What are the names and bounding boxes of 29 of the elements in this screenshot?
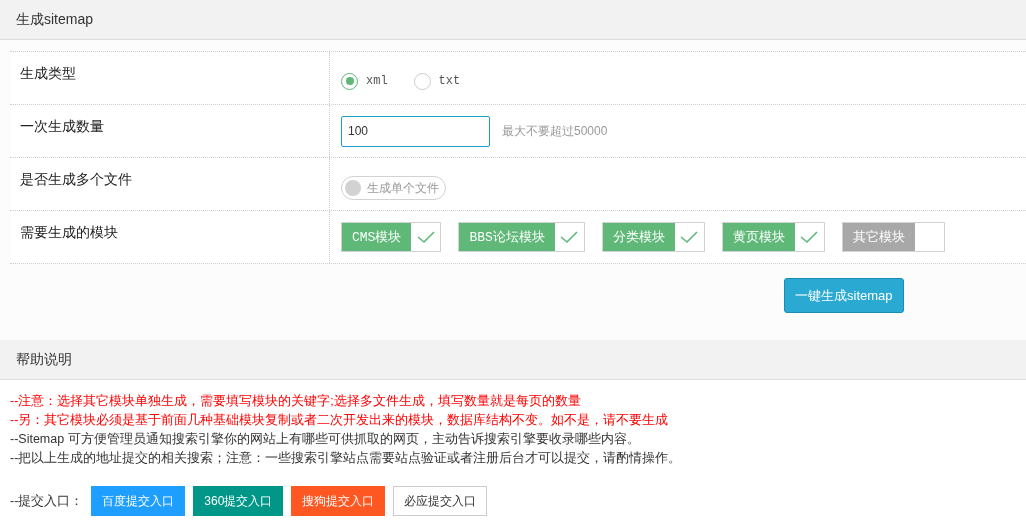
module-checkbox[interactable]: 其它模块	[841, 222, 945, 252]
field-label: 是否生成多个文件	[20, 171, 132, 187]
check-icon	[559, 230, 580, 244]
panel-title: 生成sitemap	[16, 10, 94, 29]
help-text: --Sitemap 可方便管理员通知搜索引擎你的网站上有哪些可供抓取的网页，主动告诉搜索引擎要收录哪些内容。	[10, 431, 641, 448]
help-text: --注意：选择其它模块单独生成，需要填写模块的关键字;选择多文件生成，填写数量就是每页的数量	[10, 393, 582, 410]
field-label: 需要生成的模块	[20, 224, 118, 240]
module-checkbox[interactable]: 黄页模块	[721, 222, 825, 252]
check-icon	[799, 230, 820, 244]
help-text: --另：其它模块必须是基于前面几种基础模块复制或者二次开发出来的模块，数据库结构不变。如不是，请不要生成	[10, 412, 670, 429]
input-hint: 最大不要超过50000	[502, 122, 608, 140]
submit-label: --提交入口：	[10, 492, 84, 510]
submit-link-button[interactable]: 360提交入口	[193, 486, 284, 516]
panel-title: 帮助说明	[16, 350, 72, 369]
field-label: 生成类型	[20, 65, 76, 81]
help-text: --把以上生成的地址提交的相关搜索；注意：一些搜索引擎站点需要站点验证或者注册后台才可以提交，请酌情操作。	[10, 450, 683, 467]
module-checkbox[interactable]: CMS模块	[341, 222, 442, 252]
check-icon	[679, 230, 700, 244]
radio-option[interactable]: txt	[413, 72, 461, 90]
module-checkbox[interactable]: BBS论坛模块	[458, 222, 585, 252]
check-icon	[415, 230, 436, 244]
submit-link-button[interactable]: 必应提交入口	[393, 486, 488, 516]
field-label: 一次生成数量	[20, 118, 104, 134]
number-input[interactable]: 100	[341, 115, 490, 147]
module-checkbox[interactable]: 分类模块	[601, 222, 705, 252]
generate-button[interactable]: 一键生成sitemap	[784, 278, 904, 313]
submit-link-button[interactable]: 百度提交入口	[91, 486, 186, 516]
submit-link-button[interactable]: 搜狗提交入口	[291, 486, 386, 516]
radio-option[interactable]: xml	[341, 72, 388, 90]
